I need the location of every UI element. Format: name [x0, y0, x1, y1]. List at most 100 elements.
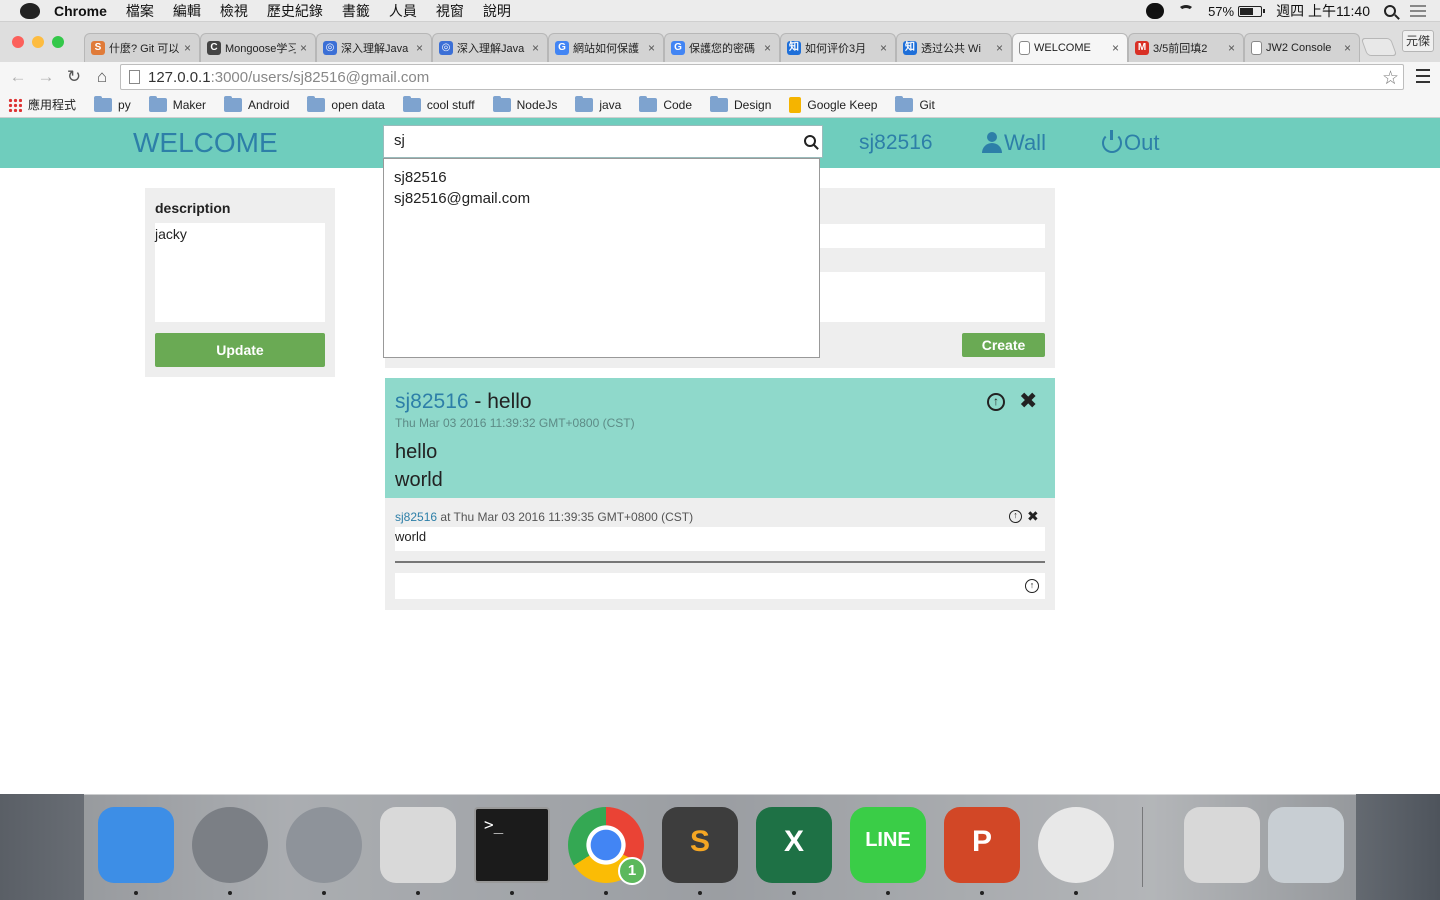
launchpad-icon[interactable]	[286, 807, 362, 883]
close-window-button[interactable]	[12, 36, 24, 48]
menu-edit[interactable]: 編輯	[173, 1, 201, 21]
new-comment-input[interactable]: ↑	[395, 573, 1045, 599]
bookmark-star-icon[interactable]: ☆	[1382, 67, 1399, 90]
close-tab-icon[interactable]: ×	[880, 41, 887, 55]
clock[interactable]: 週四 上午11:40	[1276, 1, 1370, 21]
browser-tab[interactable]: ◎ 深入理解Java ×	[432, 33, 548, 62]
browser-tab[interactable]: G 保護您的密碼 ×	[664, 33, 780, 62]
system-preferences-icon[interactable]	[192, 807, 268, 883]
menu-window[interactable]: 視窗	[436, 1, 464, 21]
menu-file[interactable]: 檔案	[126, 1, 154, 21]
address-bar[interactable]: 127.0.0.1:3000/users/sj82516@gmail.com ☆	[120, 64, 1404, 90]
browser-tab[interactable]: 知如何评价3月 ×	[780, 33, 896, 62]
post-author-link[interactable]: sj82516	[395, 390, 469, 413]
browser-tab[interactable]: G 網站如何保護 ×	[548, 33, 664, 62]
close-tab-icon[interactable]: ×	[1228, 41, 1235, 55]
bookmark-item[interactable]: py	[94, 95, 131, 112]
browser-tab[interactable]: C Mongoose学习 ×	[200, 33, 316, 62]
browser-tab[interactable]: S 什麼? Git 可以 ×	[84, 33, 200, 62]
home-icon[interactable]: ⌂	[88, 67, 116, 87]
post-title: hello	[487, 390, 532, 413]
bookmark-item[interactable]: Google Keep	[789, 96, 877, 113]
apple-menu-icon[interactable]	[20, 2, 40, 19]
line-icon[interactable]: LINE	[850, 807, 926, 883]
menu-history[interactable]: 歷史紀錄	[267, 1, 323, 21]
user-search-input[interactable]: sj	[383, 125, 823, 158]
bookmark-label: Design	[734, 97, 772, 112]
bookmark-item[interactable]: NodeJs	[492, 95, 557, 112]
brand-title[interactable]: WELCOME	[133, 127, 278, 159]
search-icon[interactable]	[804, 135, 816, 147]
close-tab-icon[interactable]: ×	[764, 41, 771, 55]
close-tab-icon[interactable]: ×	[1344, 41, 1351, 55]
suggestion-item[interactable]: sj82516	[394, 167, 809, 188]
close-tab-icon[interactable]: ×	[996, 41, 1003, 55]
chrome-icon[interactable]: 1	[568, 807, 646, 885]
close-tab-icon[interactable]: ×	[416, 41, 423, 55]
spotlight-icon[interactable]	[1384, 5, 1396, 17]
delete-comment-icon[interactable]: ✖	[1027, 508, 1039, 524]
profile-button[interactable]: 元傑	[1402, 30, 1434, 52]
excel-icon[interactable]: X	[756, 807, 832, 883]
forward-arrow-icon[interactable]: →	[32, 67, 60, 87]
bookmark-item[interactable]: java	[575, 95, 621, 112]
notification-center-icon[interactable]	[1410, 5, 1426, 17]
bookmark-item[interactable]: cool stuff	[402, 95, 475, 112]
new-tab-button[interactable]	[1360, 38, 1398, 56]
close-tab-icon[interactable]: ×	[300, 41, 307, 55]
menu-help[interactable]: 說明	[483, 1, 511, 21]
bookmark-item[interactable]: Maker	[148, 95, 206, 112]
menu-bookmarks[interactable]: 書籤	[342, 1, 370, 21]
close-tab-icon[interactable]: ×	[184, 41, 191, 55]
browser-tab[interactable]: 知透过公共 Wi ×	[896, 33, 1012, 62]
line-status-icon[interactable]: LINE	[1146, 3, 1165, 19]
browser-tab[interactable]: JW2 Console ×	[1244, 33, 1360, 62]
close-tab-icon[interactable]: ×	[648, 41, 655, 55]
menu-app-name[interactable]: Chrome	[54, 3, 107, 19]
delete-post-icon[interactable]: ✖	[1019, 390, 1037, 412]
terminal-icon[interactable]: >_	[474, 807, 550, 883]
screenshot-tool-icon[interactable]	[380, 807, 456, 883]
reload-icon[interactable]: ↻	[60, 67, 88, 87]
minimize-window-button[interactable]	[32, 36, 44, 48]
comment-upvote-icon[interactable]: ↑	[1009, 510, 1022, 523]
upvote-icon[interactable]: ↑	[987, 393, 1005, 411]
description-textarea[interactable]: jacky	[155, 223, 325, 322]
back-arrow-icon[interactable]: ←	[4, 67, 32, 87]
chrome-menu-icon[interactable]	[1416, 69, 1430, 83]
close-tab-icon[interactable]: ×	[1112, 41, 1119, 55]
trash-icon[interactable]	[1268, 807, 1344, 883]
dictionary-icon[interactable]	[1038, 807, 1114, 883]
bookmark-item[interactable]: 應用程式	[8, 96, 76, 113]
powerpoint-icon[interactable]: P	[944, 807, 1020, 883]
zoom-window-button[interactable]	[52, 36, 64, 48]
create-button[interactable]: Create	[962, 333, 1045, 357]
comment-author-link[interactable]: sj82516	[395, 510, 437, 524]
globe-icon: ◎	[323, 41, 337, 55]
bookmark-item[interactable]: open data	[307, 95, 385, 112]
wifi-icon[interactable]	[1178, 5, 1195, 17]
sublime-text-icon[interactable]: S	[662, 807, 738, 883]
nav-wall-link[interactable]: Wall	[982, 130, 1046, 156]
bookmark-item[interactable]: Design	[710, 95, 772, 112]
finder-icon[interactable]	[98, 807, 174, 883]
bookmark-item[interactable]: Git	[895, 95, 935, 112]
submit-comment-icon[interactable]: ↑	[1025, 579, 1039, 593]
apps-grid-icon	[8, 97, 22, 112]
bookmark-item[interactable]: Code	[639, 95, 692, 112]
menu-people[interactable]: 人員	[389, 1, 417, 21]
page-info-icon[interactable]	[129, 70, 140, 84]
bookmark-item[interactable]: Android	[224, 95, 289, 112]
suggestion-item[interactable]: sj82516@gmail.com	[394, 188, 809, 209]
browser-tab[interactable]: ◎ 深入理解Java ×	[316, 33, 432, 62]
close-tab-icon[interactable]: ×	[532, 41, 539, 55]
update-button[interactable]: Update	[155, 333, 325, 367]
browser-tab[interactable]: M 3/5前回填2 ×	[1128, 33, 1244, 62]
disk-utility-icon[interactable]	[1184, 807, 1260, 883]
browser-tab[interactable]: WELCOME ×	[1012, 33, 1128, 62]
battery-icon[interactable]	[1238, 5, 1266, 17]
menu-view[interactable]: 檢視	[220, 1, 248, 21]
folder-icon	[710, 95, 729, 112]
nav-username-link[interactable]: sj82516	[859, 131, 933, 155]
nav-logout-link[interactable]: Out	[1102, 130, 1159, 156]
